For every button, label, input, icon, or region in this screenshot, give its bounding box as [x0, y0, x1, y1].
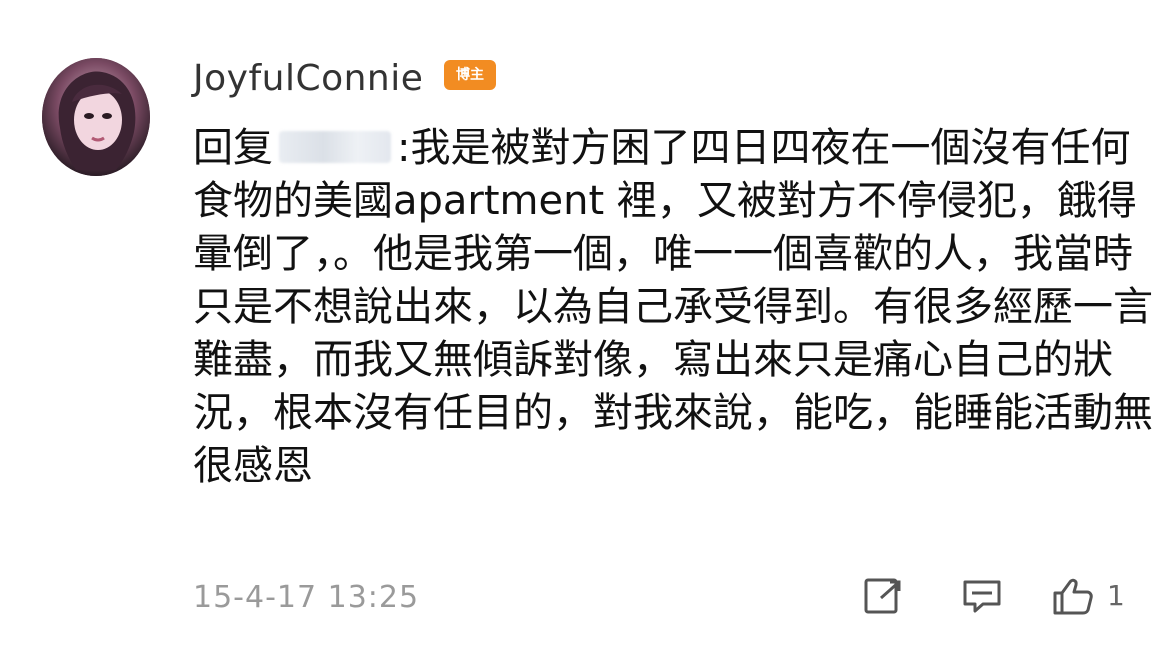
username[interactable]: JoyfulConnie — [193, 57, 423, 101]
comment-card: JoyfulConnie 博主 回复:我是被對方困了四日四夜在一個沒有任何食物的… — [0, 0, 1170, 654]
comment-text: 回复:我是被對方困了四日四夜在一個沒有任何食物的美國apartment 裡，又被… — [193, 122, 1153, 493]
like-button[interactable]: 1 — [1051, 576, 1125, 616]
comment-button[interactable] — [961, 576, 1003, 616]
share-icon — [864, 578, 901, 614]
reply-prefix: 回复 — [193, 125, 273, 171]
thumbs-up-icon — [1053, 578, 1093, 615]
avatar[interactable] — [42, 58, 150, 176]
timestamp: 15-4-17 13:25 — [193, 580, 420, 615]
comment-footer: 15-4-17 13:25 1 — [193, 576, 1133, 620]
comment-body: :我是被對方困了四日四夜在一個沒有任何食物的美國apartment 裡，又被對方… — [193, 125, 1153, 489]
user-badge: 博主 — [444, 60, 496, 90]
blurred-mention — [279, 131, 391, 163]
share-button[interactable] — [863, 576, 905, 616]
like-count: 1 — [1107, 579, 1125, 612]
comment-icon — [963, 580, 1001, 613]
avatar-portrait-icon — [42, 58, 150, 176]
